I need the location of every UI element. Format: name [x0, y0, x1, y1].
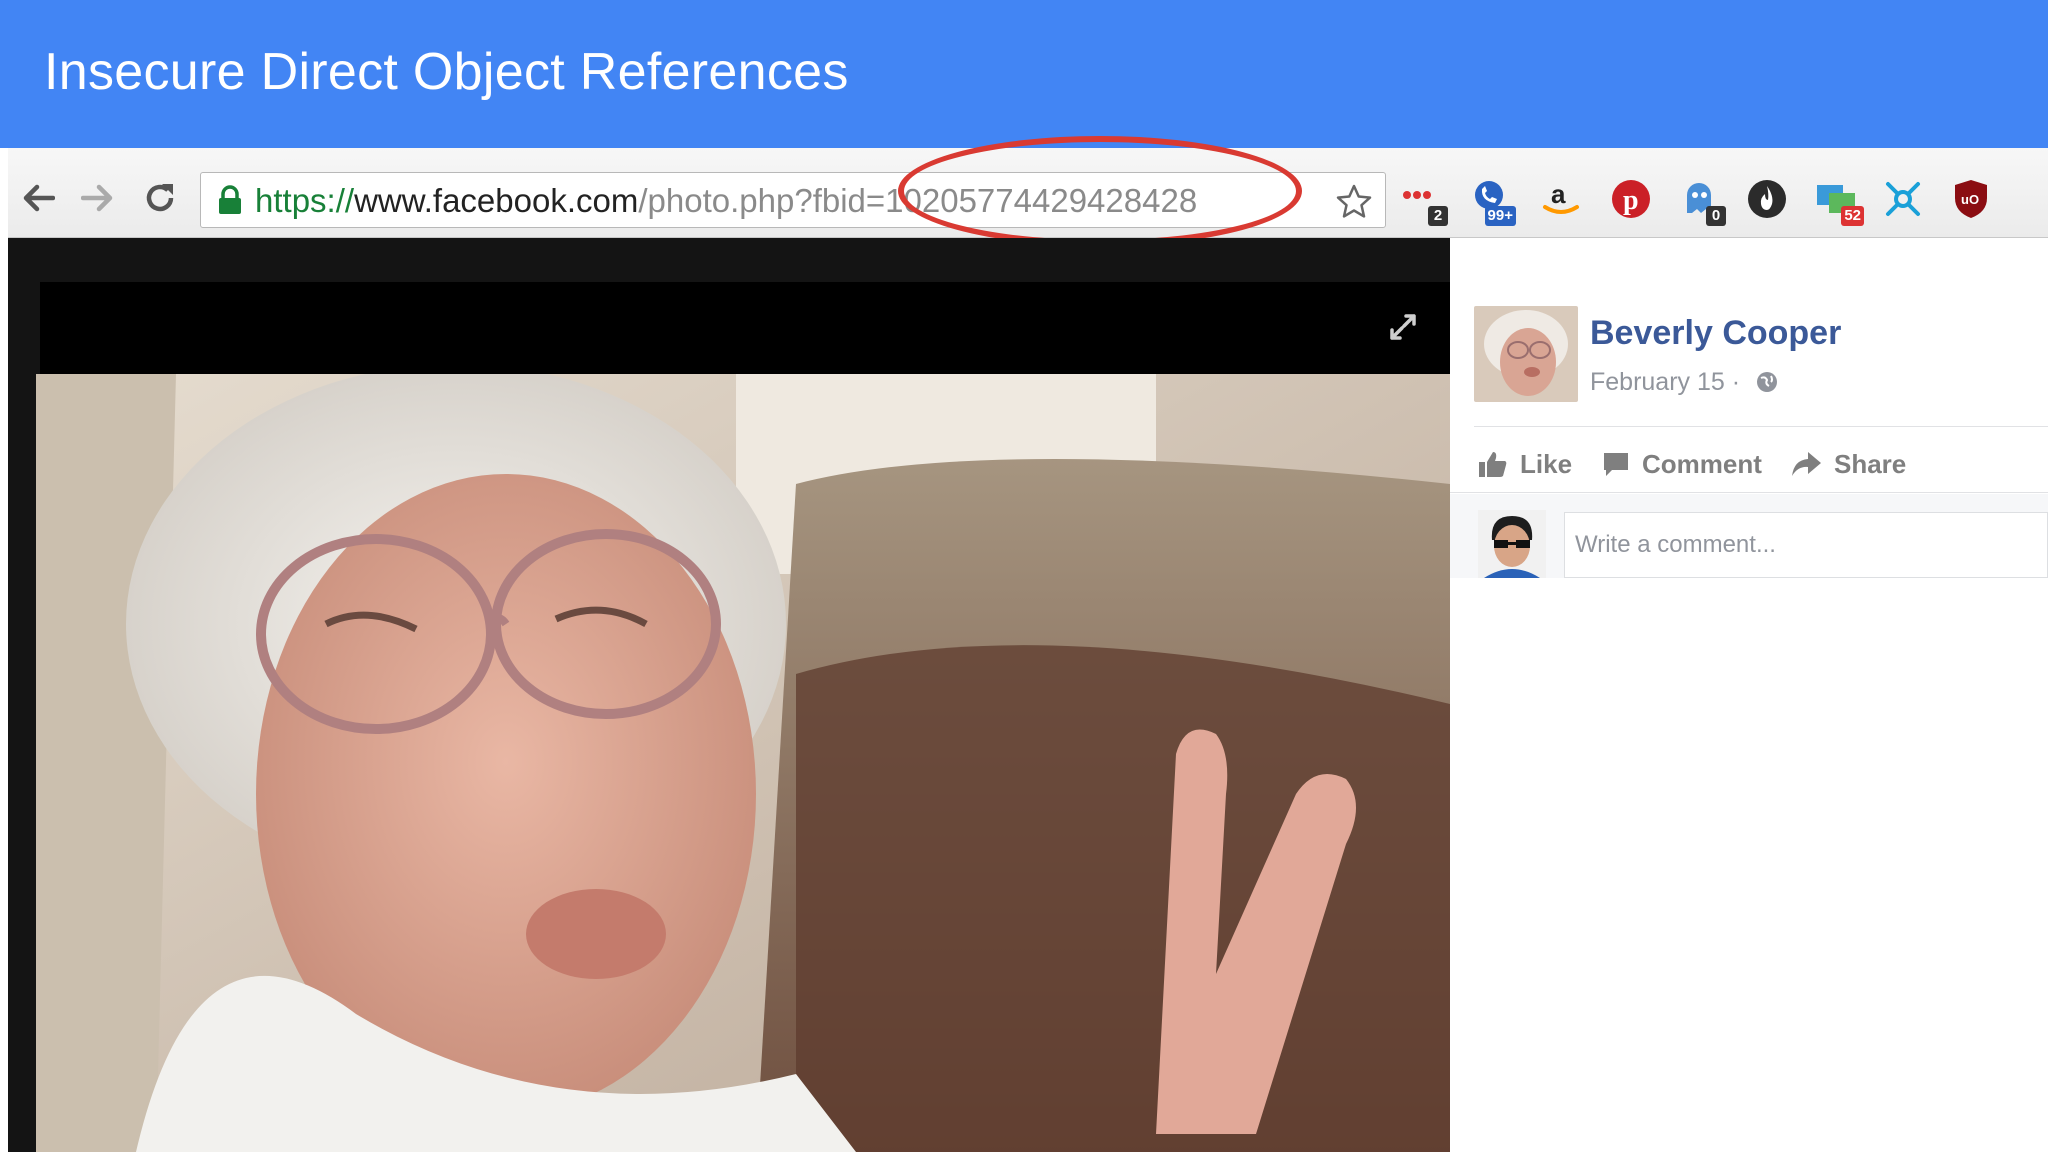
comment-button[interactable]: Comment [1602, 444, 1762, 484]
svg-text:p: p [1623, 185, 1639, 216]
photo-image [36, 374, 1450, 1152]
url-scheme: https:// [255, 182, 355, 219]
pinterest-glyph-icon: p [1612, 180, 1650, 218]
share-button[interactable]: Share [1790, 444, 1906, 484]
pinterest-icon[interactable]: p [1608, 176, 1654, 222]
thumbs-up-icon [1479, 452, 1507, 477]
ublock-icon[interactable]: uO [1948, 176, 1994, 222]
star-icon[interactable] [1335, 183, 1373, 221]
dots-extension-icon[interactable]: 2 [1398, 176, 1448, 226]
lock-icon [219, 185, 241, 214]
like-button[interactable]: Like [1478, 444, 1572, 484]
slide-title: Insecure Direct Object References [44, 43, 849, 101]
comment-label: Comment [1642, 448, 1762, 479]
ghostery-icon[interactable]: 0 [1676, 176, 1726, 226]
url-path: /photo.php?fbid= [638, 182, 886, 219]
current-user-avatar-image [1478, 510, 1546, 578]
network-glyph-icon [1886, 182, 1920, 216]
divider [1450, 492, 2048, 493]
shield-glyph-icon: uO [1955, 180, 1987, 218]
reload-button[interactable] [140, 178, 180, 218]
svg-text:a: a [1551, 179, 1566, 209]
share-label: Share [1834, 448, 1907, 479]
current-user-avatar[interactable] [1478, 510, 1546, 578]
svg-text:uO: uO [1961, 192, 1979, 207]
highlight-ellipse [898, 136, 1302, 246]
network-extension-icon[interactable] [1880, 176, 1926, 222]
author-avatar[interactable] [1474, 306, 1578, 402]
screens-extension-icon[interactable]: 52 [1814, 176, 1864, 226]
arrow-left-icon [23, 184, 55, 212]
amazon-icon[interactable]: a [1538, 176, 1584, 222]
comment-input[interactable] [1564, 512, 2048, 578]
reload-icon [146, 184, 174, 212]
author-avatar-image [1474, 306, 1578, 402]
globe-icon [1757, 372, 1777, 392]
post-details-panel: Beverly Cooper February 15 · Like Commen… [1450, 282, 2048, 1152]
extension-badge: 52 [1841, 206, 1864, 226]
divider [1474, 426, 2048, 427]
like-label: Like [1520, 448, 1573, 479]
flame-icon[interactable] [1744, 176, 1790, 222]
post-date[interactable]: February 15 · [1590, 368, 1740, 397]
extension-badge: 99+ [1484, 206, 1516, 226]
expand-icon[interactable] [1388, 312, 1418, 342]
back-button[interactable] [18, 178, 58, 218]
share-arrow-icon [1792, 452, 1821, 476]
arrow-right-icon [81, 184, 113, 212]
photo-viewer-topbar [40, 282, 1450, 374]
extension-badge: 0 [1706, 206, 1726, 226]
post-photo[interactable] [36, 374, 1450, 1152]
extension-badge: 2 [1428, 206, 1448, 226]
speech-bubble-icon [1604, 453, 1628, 476]
author-name[interactable]: Beverly Cooper [1590, 314, 1841, 353]
slide-header: Insecure Direct Object References [0, 0, 2048, 148]
phone-extension-icon[interactable]: 99+ [1466, 176, 1516, 226]
url-host: www.facebook.com [354, 182, 639, 219]
flame-glyph-icon [1748, 180, 1786, 218]
forward-button[interactable] [78, 178, 118, 218]
amazon-glyph-icon: a [1543, 179, 1579, 214]
